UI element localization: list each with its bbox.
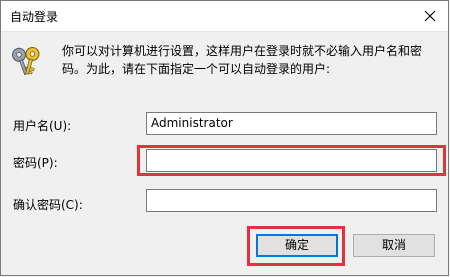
confirm-password-field[interactable]	[146, 189, 437, 212]
instructions-text: 你可以对计算机进行设置，这样用户在登录时就不必输入用户名和密码。为此，请在下面指…	[62, 44, 423, 76]
keys-icon	[12, 46, 40, 76]
username-label: 用户名(U):	[13, 119, 72, 133]
ok-button[interactable]: 确定	[256, 234, 338, 257]
cancel-button[interactable]: 取消	[353, 234, 435, 257]
username-field[interactable]: Administrator	[146, 112, 437, 135]
close-button[interactable]	[412, 1, 448, 31]
password-field[interactable]	[146, 149, 437, 172]
window-title: 自动登录	[10, 10, 59, 24]
password-label: 密码(P):	[13, 156, 58, 170]
close-icon	[424, 10, 436, 22]
confirm-password-label: 确认密码(C):	[13, 198, 83, 212]
title-bar: 自动登录	[1, 1, 448, 32]
auto-logon-dialog: 自动登录 你可以对计算机进行设置，这样用户在登录时就不必输入用户名和密码。为此，…	[0, 0, 449, 276]
